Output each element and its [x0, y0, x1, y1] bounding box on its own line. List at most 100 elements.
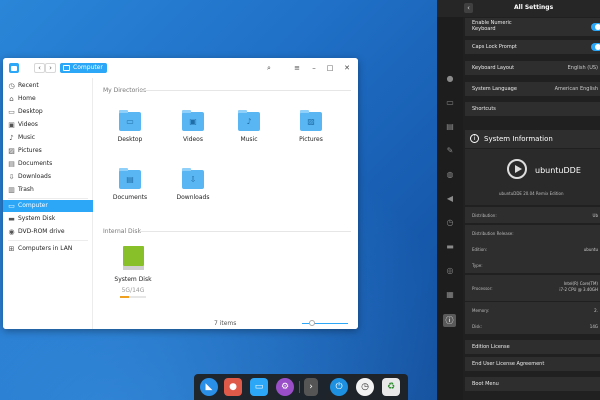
launcher-icon[interactable]: ◣	[200, 378, 218, 396]
directory-tile-desktop[interactable]: ▭ Desktop	[105, 110, 155, 157]
sidebar-item-pictures[interactable]: ▨ Pictures	[3, 145, 93, 157]
folder-icon: ▭	[119, 110, 141, 131]
trash-icon: ▥	[8, 186, 15, 194]
breadcrumb[interactable]: Computer	[60, 63, 107, 73]
sidebar-item-downloads[interactable]: ⇩ Downloads	[3, 171, 93, 183]
folder-icon: ▣	[182, 110, 204, 131]
shortcuts-row[interactable]: Shortcuts	[465, 102, 600, 116]
video-icon: ▣	[8, 121, 15, 129]
folder-icon: ♪	[238, 110, 260, 131]
brand-name: ubuntuDDE	[535, 166, 581, 175]
disk-usage-bar	[120, 296, 146, 298]
item-count: 7 items	[214, 320, 237, 327]
end-user-license-agreement-row[interactable]: End User License Agreement	[465, 357, 600, 371]
settings-panel: ‹ All Settings ● ▭ ▤ ✎ ◍ ◀ ◷ ▬ ◎ ▦ ⓘ Ena…	[437, 0, 600, 400]
file-manager-content: My Directories ▭ Desktop ▣ Videos ♪ Musi…	[94, 78, 358, 329]
sidebar-item-dvd-rom[interactable]: ◉ DVD-ROM drive	[3, 226, 93, 238]
mouse-icon[interactable]: ◎	[445, 266, 455, 276]
dvd-icon: ◉	[8, 228, 15, 236]
back-button[interactable]: ‹	[34, 63, 45, 73]
info-row-processor: Processor: Intel(R) Core(TM) i7-2 CPU @ …	[465, 275, 600, 301]
disk-icon	[123, 246, 144, 266]
taskbar-divider	[299, 381, 300, 393]
search-icon[interactable]: ⌕	[264, 63, 274, 73]
distribution-logo-card: ubuntuDDE ubuntuDDE 20.04 Remix Edition	[465, 149, 600, 205]
keyboard-layout-row[interactable]: Keyboard Layout English (US)	[465, 61, 600, 75]
settings-title: All Settings	[514, 4, 554, 11]
desktop-icon: ▭	[8, 108, 15, 116]
screen-recorder-icon[interactable]: ●	[224, 378, 242, 396]
power-icon[interactable]: ⏻	[330, 378, 348, 396]
download-icon: ⇩	[8, 173, 15, 181]
info-icon[interactable]: ⓘ	[443, 314, 456, 327]
sidebar-item-desktop[interactable]: ▭ Desktop	[3, 106, 93, 118]
info-row-disk: Disk: 14G	[465, 318, 600, 334]
directory-tile-downloads[interactable]: ⇩ Downloads	[168, 168, 218, 215]
keyboard-icon[interactable]: ▦	[445, 290, 455, 300]
music-icon: ♪	[9, 134, 14, 142]
maximize-button[interactable]: □	[325, 63, 335, 73]
menu-icon[interactable]: ≡	[292, 63, 302, 73]
directory-tile-pictures[interactable]: ▨ Pictures	[286, 110, 336, 157]
directory-tile-documents[interactable]: ▤ Documents	[105, 168, 155, 215]
sidebar-item-computers-in-lan[interactable]: ⊞ Computers in LAN	[3, 243, 93, 255]
file-manager-sidebar: ◷ Recent ⌂ Home ▭ Desktop ▣ Videos ♪ Music ▨ P…	[3, 78, 93, 329]
sidebar-item-documents[interactable]: ▤ Documents	[3, 158, 93, 170]
sidebar-item-trash[interactable]: ▥ Trash	[3, 184, 93, 196]
clock-icon: ◷	[8, 82, 15, 90]
zoom-slider-handle[interactable]	[309, 320, 315, 326]
power-icon[interactable]: ▬	[445, 242, 455, 252]
sidebar-item-system-disk[interactable]: ▬ System Disk	[3, 213, 93, 225]
time-icon[interactable]: ◷	[445, 218, 455, 228]
settings-category-rail: ● ▭ ▤ ✎ ◍ ◀ ◷ ▬ ◎ ▦ ⓘ	[437, 17, 463, 400]
directory-tile-videos[interactable]: ▣ Videos	[168, 110, 218, 157]
edition-license-row[interactable]: Edition License	[465, 340, 600, 354]
info-row-distribution-release: Distribution Release:	[465, 225, 600, 241]
settings-icon[interactable]: ⚙	[276, 378, 294, 396]
personalization-icon[interactable]: ✎	[445, 146, 455, 156]
disk-tile-system-disk[interactable]: System Disk 5G/14G	[108, 246, 158, 318]
document-icon: ▤	[8, 160, 15, 168]
network-icon[interactable]: ◍	[445, 170, 455, 180]
computer-icon: ▭	[8, 202, 15, 210]
trash-icon[interactable]: ♻	[382, 378, 400, 396]
sidebar-item-music[interactable]: ♪ Music	[3, 132, 93, 144]
close-button[interactable]: ✕	[342, 63, 352, 73]
minimize-button[interactable]: –	[309, 63, 319, 73]
system-language-row[interactable]: System Language American English	[465, 82, 600, 96]
clock-icon[interactable]: ◷	[356, 378, 374, 396]
sidebar-divider	[8, 198, 88, 199]
accounts-icon[interactable]: ●	[445, 74, 455, 84]
ubuntudde-logo-icon	[507, 159, 527, 179]
info-row-distribution: Distribution: Ub	[465, 207, 600, 223]
enable-numeric-keyboard-toggle[interactable]	[591, 23, 600, 31]
sound-icon[interactable]: ◀	[445, 194, 455, 204]
section-divider	[139, 90, 351, 91]
disk-icon: ▬	[8, 215, 15, 223]
sidebar-item-recent[interactable]: ◷ Recent	[3, 80, 93, 92]
file-manager-icon[interactable]: ▭	[250, 378, 268, 396]
sidebar-item-home[interactable]: ⌂ Home	[3, 93, 93, 105]
caps-lock-prompt-toggle[interactable]	[591, 43, 600, 51]
caps-lock-prompt-row[interactable]: Caps Lock Prompt	[465, 40, 600, 54]
sidebar-item-videos[interactable]: ▣ Videos	[3, 119, 93, 131]
show-desktop-icon[interactable]: ›	[304, 378, 318, 396]
picture-icon: ▨	[8, 147, 15, 155]
home-icon: ⌂	[9, 95, 14, 103]
folder-icon: ▨	[300, 110, 322, 131]
section-divider	[139, 231, 351, 232]
display-icon[interactable]: ▭	[445, 98, 455, 108]
settings-header: ‹ All Settings	[437, 0, 600, 17]
directory-tile-music[interactable]: ♪ Music	[224, 110, 274, 157]
default-apps-icon[interactable]: ▤	[445, 122, 455, 132]
settings-back-button[interactable]: ‹	[464, 3, 473, 13]
sidebar-item-computer[interactable]: ▭ Computer	[3, 200, 93, 212]
disk-base	[123, 266, 144, 270]
forward-button[interactable]: ›	[45, 63, 56, 73]
file-manager-logo-icon	[9, 63, 19, 73]
info-row-memory: Memory: 2.	[465, 302, 600, 318]
system-information-header: i System Information	[465, 130, 600, 148]
boot-menu-row[interactable]: Boot Menu	[465, 377, 600, 391]
network-icon: ⊞	[8, 245, 15, 253]
enable-numeric-keyboard-row[interactable]: Enable Numeric Keyboard	[465, 18, 600, 36]
